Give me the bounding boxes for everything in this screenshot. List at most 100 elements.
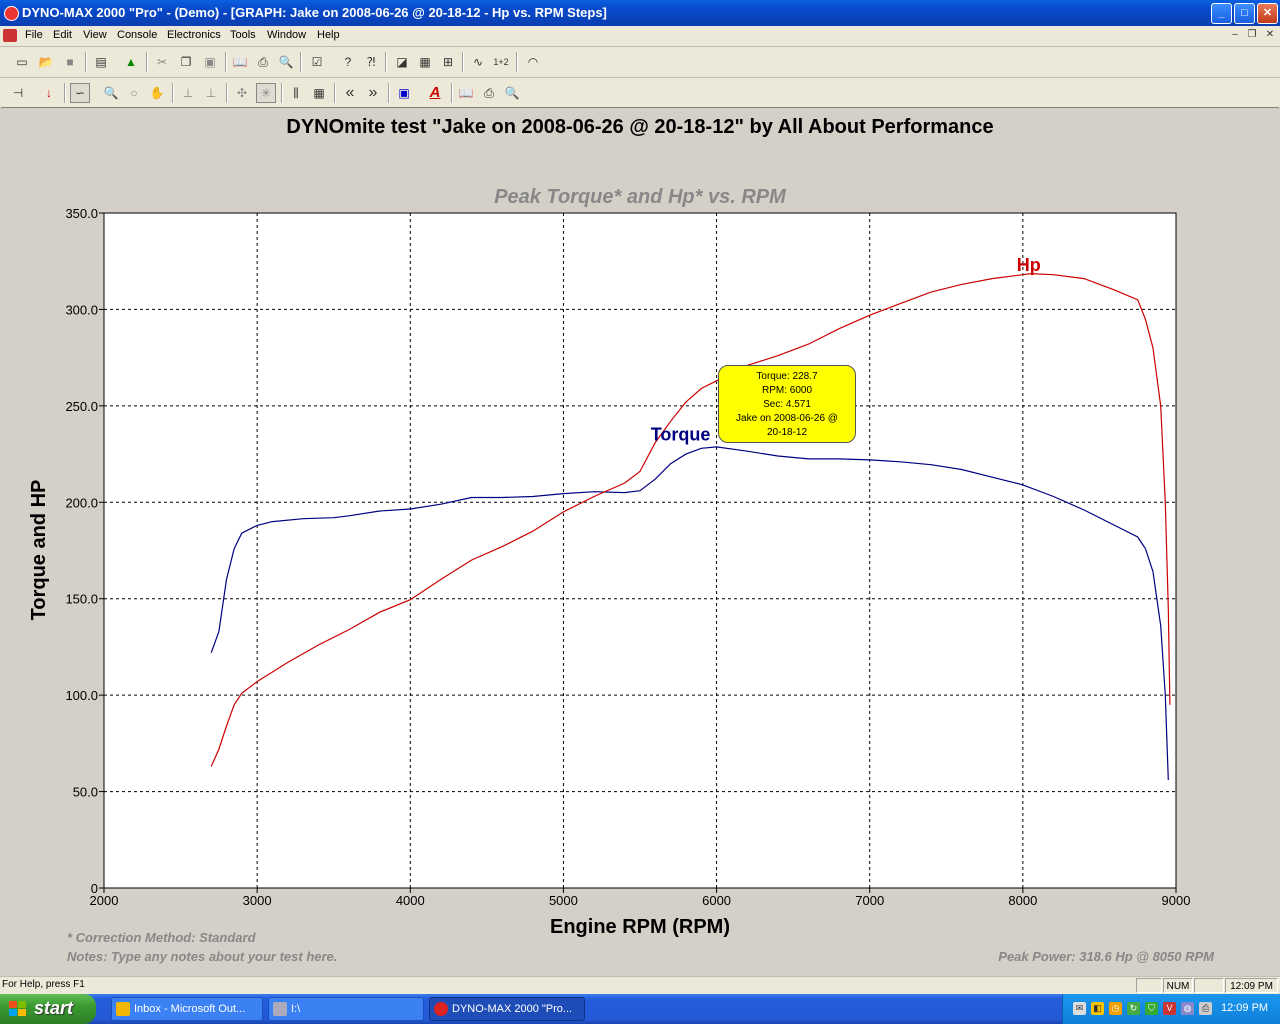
next-page-icon[interactable]: » — [363, 83, 383, 103]
checklist-icon[interactable]: ☑ — [307, 52, 327, 72]
status-help-text: For Help, press F1 — [2, 979, 85, 990]
status-pane-num: NUM — [1163, 978, 1193, 993]
security-icon[interactable]: ◍ — [1181, 1002, 1194, 1015]
shield-icon[interactable]: ⛉ — [1145, 1002, 1158, 1015]
cut-icon[interactable]: ✂ — [152, 52, 172, 72]
minimize-button[interactable]: _ — [1211, 3, 1232, 24]
menu-bar: File Edit View Console Electronics Tools… — [0, 26, 1280, 47]
run-test-icon[interactable]: ◪ — [392, 52, 412, 72]
y-tick-label: 100.0 — [65, 688, 98, 703]
new-file-icon[interactable]: ▭ — [12, 52, 32, 72]
dynomax-icon — [434, 1002, 448, 1016]
window-icon[interactable]: ▣ — [394, 83, 414, 103]
clipboard-open-icon[interactable]: ▤ — [91, 52, 111, 72]
y-tick-label: 250.0 — [65, 399, 98, 414]
text-a-icon[interactable]: A — [425, 83, 445, 103]
gauge-icon[interactable]: ◠ — [523, 52, 543, 72]
prev-page-icon[interactable]: « — [340, 83, 360, 103]
help-icon[interactable]: ? — [338, 52, 358, 72]
task-dynomax-label: DYNO-MAX 2000 "Pro... — [452, 1003, 573, 1015]
red-arrow-down-icon[interactable]: ↓ — [39, 83, 59, 103]
maximize-button[interactable]: □ — [1234, 3, 1255, 24]
system-tray: ✉ ◧ ◷ ↻ ⛉ V ◍ ⎙ 12:09 PM — [1062, 994, 1280, 1024]
save-icon[interactable]: ■ — [60, 52, 80, 72]
mdi-close-button[interactable]: ✕ — [1263, 29, 1277, 42]
grid-icon[interactable]: ▦ — [415, 52, 435, 72]
close-button[interactable]: ✕ — [1257, 3, 1278, 24]
graph-panel: DYNOmite test "Jake on 2008-06-26 @ 20-1… — [1, 107, 1279, 975]
menu-electronics[interactable]: Electronics — [167, 29, 221, 41]
y-axis-label: Torque and HP — [28, 480, 50, 621]
task-dynomax[interactable]: DYNO-MAX 2000 "Pro... — [429, 997, 585, 1021]
menu-view[interactable]: View — [83, 29, 107, 41]
print-2-icon[interactable]: ⎙ — [479, 83, 499, 103]
magnifier-out-icon[interactable]: ○ — [124, 83, 144, 103]
menu-window[interactable]: Window — [267, 29, 306, 41]
y-tick-label: 0 — [91, 881, 98, 896]
y-tick-label: 350.0 — [65, 206, 98, 221]
step-1-icon[interactable]: ⊥ — [178, 83, 198, 103]
mail-icon[interactable]: ✉ — [1073, 1002, 1086, 1015]
drive-icon — [273, 1002, 287, 1016]
menu-tools[interactable]: Tools — [230, 29, 256, 41]
series-label-torque: Torque — [651, 425, 711, 445]
print-preview-2-icon[interactable]: 🔍 — [502, 83, 522, 103]
status-pane-scroll — [1194, 978, 1224, 993]
doc-icon[interactable] — [3, 29, 17, 42]
chart-title: Peak Torque* and Hp* vs. RPM — [494, 186, 787, 208]
menu-help[interactable]: Help — [317, 29, 340, 41]
cursor-tooltip: Torque: 228.7 RPM: 6000 Sec: 4.571 Jake … — [718, 365, 856, 443]
menu-file[interactable]: File — [25, 29, 43, 41]
peak-power-text: Peak Power: 318.6 Hp @ 8050 RPM — [998, 949, 1215, 964]
tooltip-sec: Sec: 4.571 — [763, 399, 811, 410]
y-tick-label: 50.0 — [73, 785, 98, 800]
refresh-icon[interactable]: ↻ — [1127, 1002, 1140, 1015]
book-icon[interactable]: 📖 — [456, 83, 476, 103]
paste-icon[interactable]: ▣ — [200, 52, 220, 72]
table-icon[interactable]: ⊞ — [438, 52, 458, 72]
x-tick-label: 9000 — [1162, 893, 1191, 908]
status-pane-time: 12:09 PM — [1225, 978, 1278, 993]
cursor-cross-icon[interactable]: ✣ — [232, 83, 252, 103]
mdi-minimize-button[interactable]: – — [1228, 29, 1242, 42]
task-drive[interactable]: I:\ — [268, 997, 424, 1021]
x-tick-label: 8000 — [1008, 893, 1037, 908]
columns-icon[interactable]: ⫼ — [286, 83, 306, 103]
printer-icon[interactable]: ⎙ — [1199, 1002, 1212, 1015]
tooltip-torque: Torque: 228.7 — [756, 371, 818, 382]
start-button[interactable]: start — [0, 994, 96, 1024]
tooltip-run-time: 20-18-12 — [766, 427, 808, 438]
waveform-icon[interactable]: ∿ — [468, 52, 488, 72]
print-icon[interactable]: ⎙ — [253, 52, 273, 72]
grid-2-icon[interactable]: ▦ — [309, 83, 329, 103]
menu-console[interactable]: Console — [117, 29, 157, 41]
antivirus-icon[interactable]: V — [1163, 1002, 1176, 1015]
tree-icon[interactable]: ▲ — [121, 52, 141, 72]
step-2-icon[interactable]: ⊥ — [201, 83, 221, 103]
clock-icon[interactable]: ◷ — [1109, 1002, 1122, 1015]
magnifier-icon[interactable]: 🔍 — [101, 83, 121, 103]
open-book-icon[interactable]: 📖 — [230, 52, 250, 72]
notes-text: Notes: Type any notes about your test he… — [67, 949, 337, 964]
app-icon[interactable] — [4, 6, 19, 21]
open-folder-icon[interactable]: 📂 — [36, 52, 56, 72]
x-tick-label: 5000 — [549, 893, 578, 908]
y-tick-label: 200.0 — [65, 495, 98, 510]
menu-edit[interactable]: Edit — [53, 29, 72, 41]
status-pane-caps — [1136, 978, 1162, 993]
graph-zoom-icon[interactable]: ∽ — [70, 83, 90, 103]
copy-icon[interactable]: ❐ — [176, 52, 196, 72]
pin-icon[interactable]: ⊣ — [8, 83, 28, 103]
hand-pan-icon[interactable]: ✋ — [147, 83, 167, 103]
task-outlook-label: Inbox - Microsoft Out... — [134, 1003, 246, 1015]
print-preview-icon[interactable]: 🔍 — [276, 52, 296, 72]
cursor-star-icon[interactable]: ✳ — [256, 83, 276, 103]
correction-note: * Correction Method: Standard — [67, 930, 257, 945]
task-drive-label: I:\ — [291, 1003, 301, 1015]
task-outlook[interactable]: Inbox - Microsoft Out... — [111, 997, 263, 1021]
mdi-restore-button[interactable]: ❐ — [1245, 29, 1259, 42]
compare-1to2-icon[interactable]: 1+2 — [491, 52, 511, 72]
context-help-icon[interactable]: ⁈ — [361, 52, 381, 72]
network-icon[interactable]: ◧ — [1091, 1002, 1104, 1015]
x-tick-label: 4000 — [396, 893, 425, 908]
